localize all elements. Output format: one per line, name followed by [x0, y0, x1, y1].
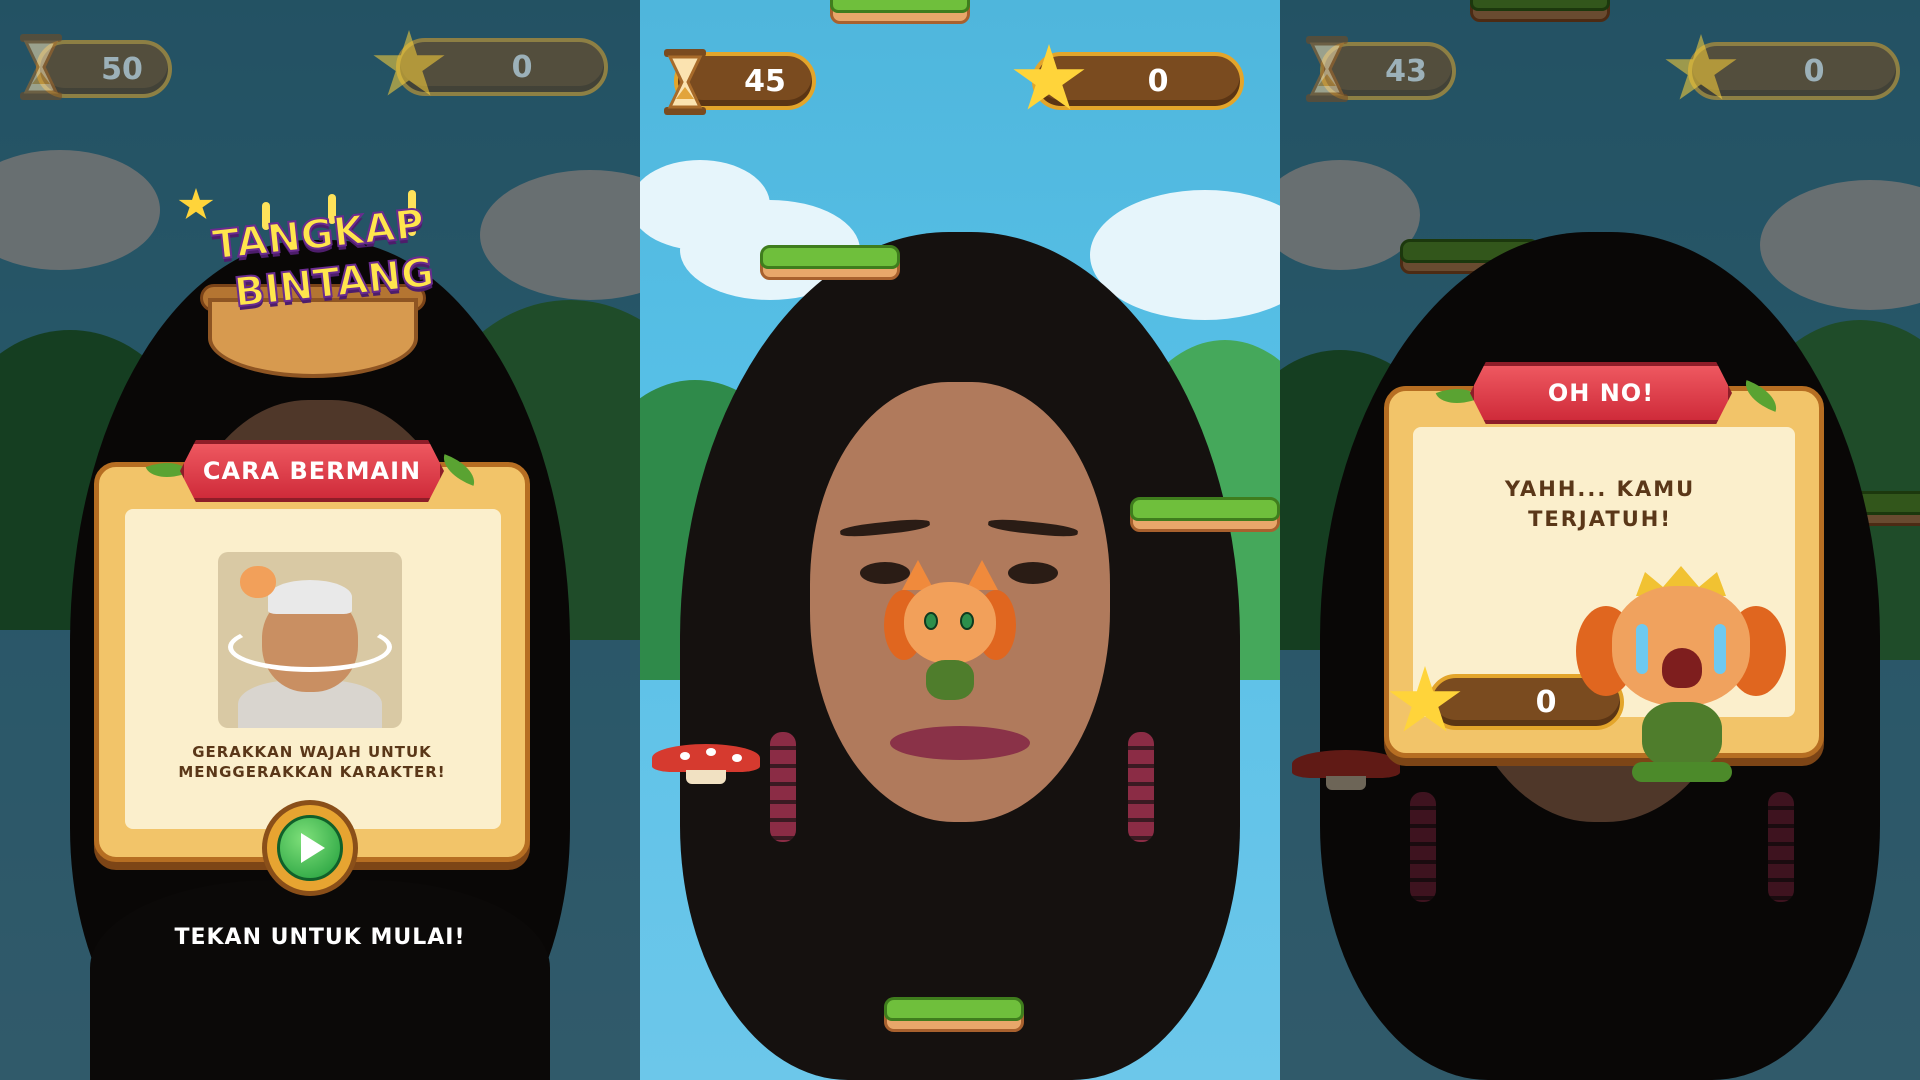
score-value: 0	[1803, 53, 1825, 89]
screen-instructions: 50 0 TANGKAP BINTANG CARA BERMAIN GERAKK…	[0, 0, 640, 1080]
game-over-message: YAHH... KAMU TERJATUH!	[1450, 474, 1750, 534]
platform	[760, 245, 900, 280]
card-title: CARA BERMAIN	[202, 457, 422, 485]
hourglass-icon	[1304, 34, 1350, 102]
timer-value: 43	[1385, 53, 1427, 89]
card-title-ribbon: CARA BERMAIN	[180, 440, 444, 502]
player-character	[880, 560, 1020, 710]
platform	[1130, 497, 1280, 532]
timer-value: 50	[101, 51, 143, 87]
message-line-2: TERJATUH!	[1528, 507, 1672, 531]
hourglass-icon	[18, 32, 64, 100]
final-score-value: 0	[1535, 684, 1557, 720]
score-value: 0	[1147, 63, 1169, 99]
platform	[884, 997, 1024, 1032]
card-title-ribbon: OH NO!	[1470, 362, 1732, 424]
screen-gameplay: 45 0	[640, 0, 1280, 1080]
instruction-text: GERAKKAN WAJAH UNTUK MENGGERAKKAN KARAKT…	[178, 743, 446, 781]
screen-game-over: 43 0 OH NO! YAHH... KAMU TERJATUH! 0	[1280, 0, 1920, 1080]
start-hint: TEKAN UNTUK MULAI!	[174, 925, 466, 950]
game-logo: TANGKAP BINTANG	[178, 188, 448, 388]
hourglass-icon	[662, 44, 708, 115]
platform	[830, 0, 970, 24]
character-mini-icon	[240, 566, 276, 598]
message-line-1: YAHH... KAMU	[1504, 477, 1696, 501]
score-value: 0	[511, 49, 533, 85]
instruction-illustration	[218, 552, 402, 728]
star-icon	[178, 188, 214, 219]
play-button[interactable]	[262, 800, 358, 896]
card-title: OH NO!	[1547, 379, 1655, 407]
play-button-face[interactable]	[277, 815, 343, 881]
crying-character	[1576, 566, 1786, 786]
timer-value: 45	[744, 63, 786, 99]
play-icon	[301, 833, 325, 863]
